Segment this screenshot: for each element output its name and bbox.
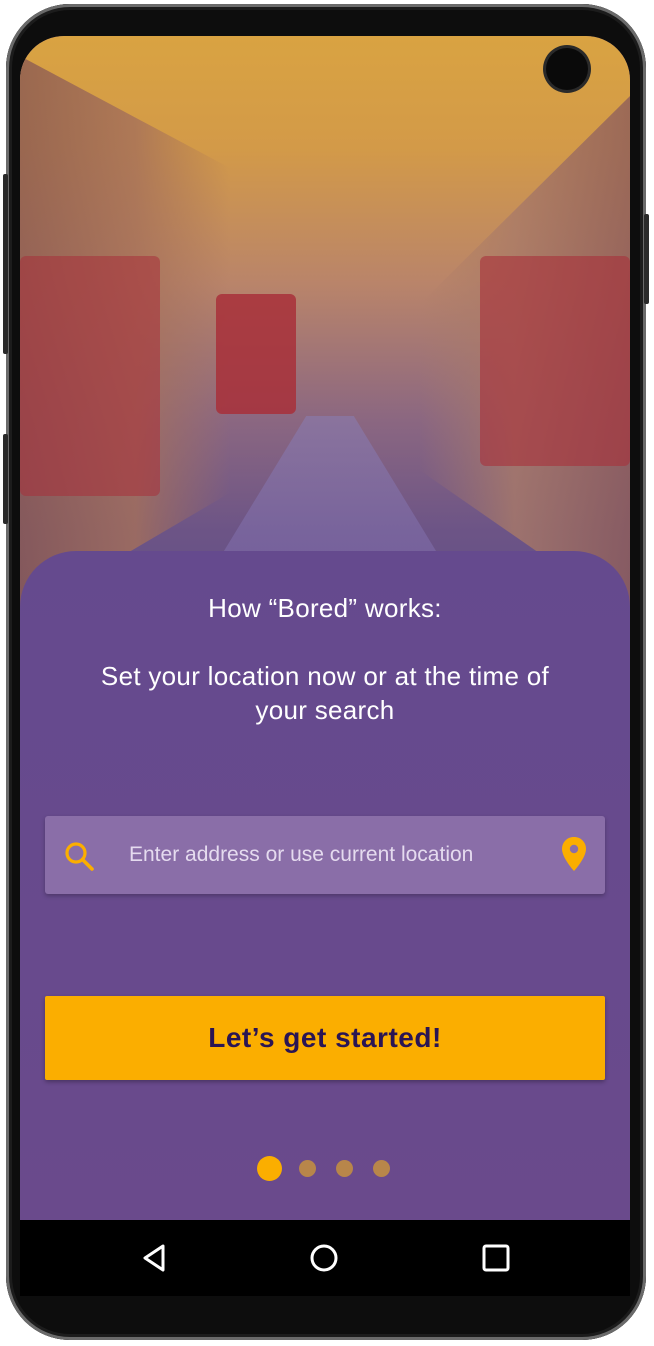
- page-dot-3[interactable]: [336, 1160, 353, 1177]
- recents-icon[interactable]: [480, 1242, 512, 1274]
- home-icon[interactable]: [308, 1242, 340, 1274]
- search-icon[interactable]: [63, 840, 95, 872]
- page-dot-4[interactable]: [373, 1160, 390, 1177]
- location-pin-icon[interactable]: [561, 836, 587, 872]
- bus-left: [20, 256, 160, 496]
- android-nav-bar: [20, 1220, 630, 1296]
- bus-right: [480, 256, 630, 466]
- front-camera: [546, 48, 588, 90]
- onboarding-description: Set your location now or at the time of …: [100, 661, 550, 725]
- power-button: [644, 214, 649, 304]
- get-started-button[interactable]: Let’s get started!: [45, 996, 605, 1080]
- location-search-field[interactable]: [45, 816, 605, 894]
- page-dot-2[interactable]: [299, 1160, 316, 1177]
- pagination-dots: [20, 1156, 630, 1182]
- bus-center: [216, 294, 296, 414]
- onboarding-panel: How “Bored” works: Set your location now…: [20, 551, 630, 1220]
- volume-button: [3, 174, 8, 354]
- bixby-button: [3, 434, 8, 524]
- location-search-input[interactable]: [129, 816, 549, 894]
- page-dot-1[interactable]: [257, 1156, 282, 1181]
- back-icon[interactable]: [138, 1242, 170, 1274]
- app-screen: How “Bored” works: Set your location now…: [20, 36, 630, 1220]
- onboarding-heading: How “Bored” works:: [208, 593, 442, 623]
